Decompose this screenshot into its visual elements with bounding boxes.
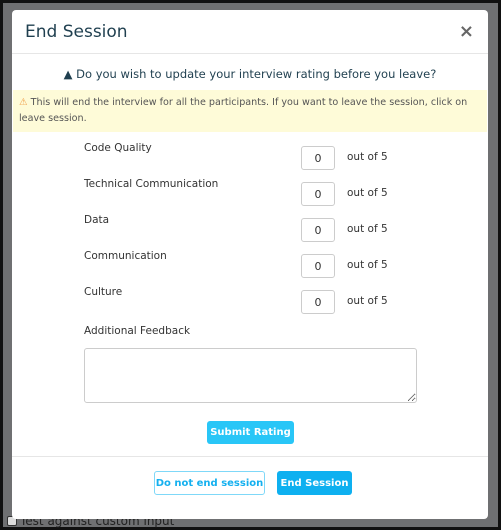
warning-icon: ▲ xyxy=(63,67,73,81)
end-session-button[interactable]: End Session xyxy=(277,471,352,495)
close-icon[interactable]: × xyxy=(459,21,474,42)
rating-suffix: out of 5 xyxy=(347,295,388,307)
modal-title: End Session xyxy=(25,21,128,42)
data-input[interactable] xyxy=(301,218,335,242)
alert-text: This will end the interview for all the … xyxy=(19,97,468,124)
technical-communication-input[interactable] xyxy=(301,182,335,206)
rating-label: Code Quality xyxy=(84,142,152,154)
rating-suffix: out of 5 xyxy=(347,223,388,235)
do-not-end-session-button[interactable]: Do not end session xyxy=(154,471,265,495)
alert-warning-icon: ⚠ xyxy=(19,97,28,108)
feedback-textarea[interactable] xyxy=(84,348,417,403)
communication-input[interactable] xyxy=(301,254,335,278)
rating-label: Technical Communication xyxy=(84,178,219,190)
rating-label: Communication xyxy=(84,250,167,262)
rating-question: ▲ Do you wish to update your interview r… xyxy=(12,67,488,81)
submit-rating-button[interactable]: Submit Rating xyxy=(207,421,294,444)
rating-label: Culture xyxy=(84,286,123,298)
modal-header: End Session × xyxy=(12,10,488,54)
footer-divider xyxy=(12,456,488,457)
code-quality-input[interactable] xyxy=(301,146,335,170)
question-text: Do you wish to update your interview rat… xyxy=(76,67,437,81)
rating-suffix: out of 5 xyxy=(347,259,388,271)
culture-input[interactable] xyxy=(301,290,335,314)
rating-suffix: out of 5 xyxy=(347,187,388,199)
rating-label: Data xyxy=(84,214,110,226)
feedback-label: Additional Feedback xyxy=(84,325,191,337)
end-session-modal: End Session × ▲ Do you wish to update yo… xyxy=(12,10,488,519)
rating-suffix: out of 5 xyxy=(347,151,388,163)
warning-alert: ⚠ This will end the interview for all th… xyxy=(13,90,487,132)
